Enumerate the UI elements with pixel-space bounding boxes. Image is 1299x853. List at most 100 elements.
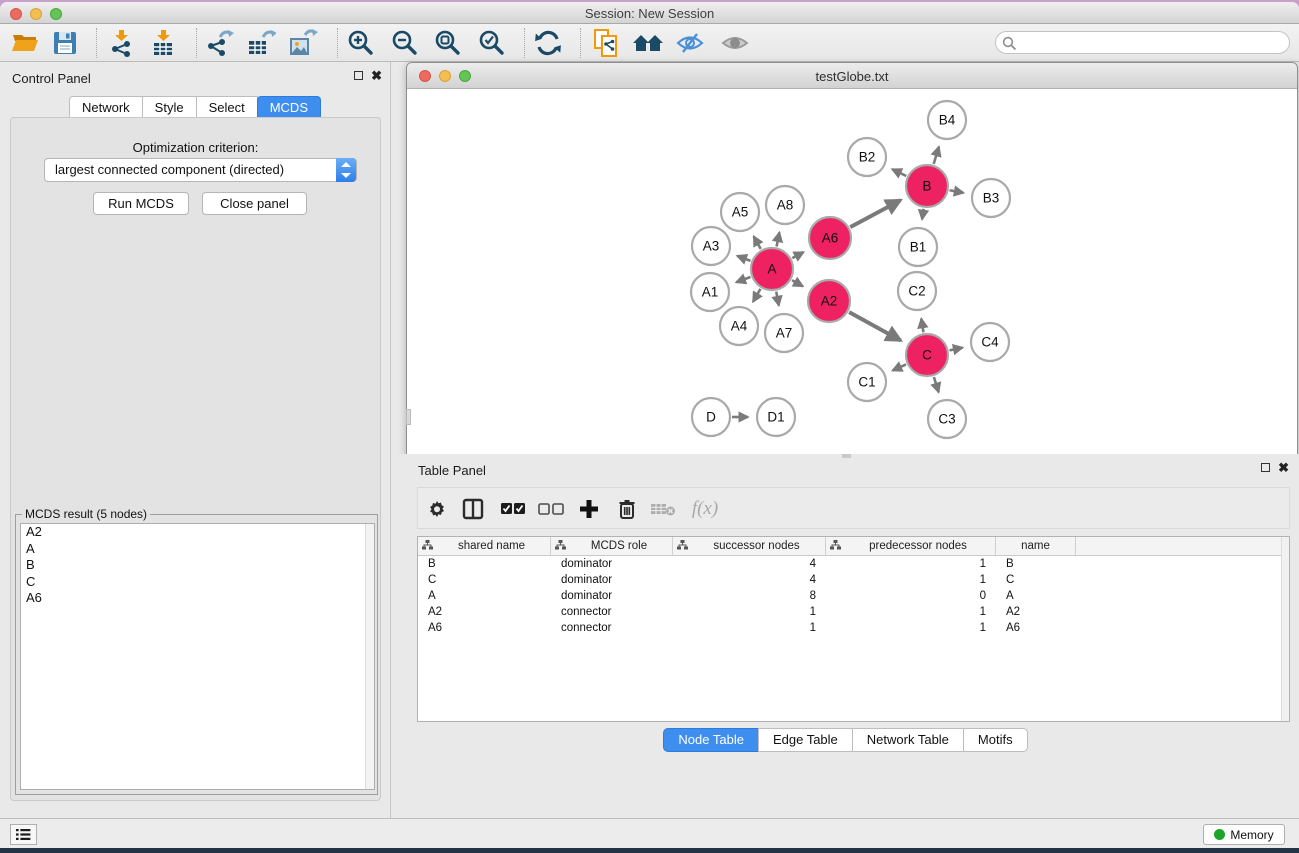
cell-shared-name[interactable]: A2	[418, 604, 551, 620]
cell-name[interactable]: A	[996, 588, 1076, 604]
cell-successor-nodes[interactable]: 4	[673, 572, 826, 588]
zoom-out-icon[interactable]	[388, 28, 422, 58]
select-all-columns-icon[interactable]	[498, 495, 528, 523]
edge-B-B3[interactable]	[950, 190, 964, 193]
cell-successor-nodes[interactable]: 1	[673, 620, 826, 636]
cell-MCDS-role[interactable]: connector	[551, 604, 673, 620]
zoom-fit-icon[interactable]	[431, 28, 465, 58]
result-item[interactable]: A	[21, 541, 374, 558]
cell-successor-nodes[interactable]: 1	[673, 604, 826, 620]
import-network-icon[interactable]	[104, 28, 138, 58]
open-session-icon[interactable]	[8, 28, 42, 58]
cell-MCDS-role[interactable]: connector	[551, 620, 673, 636]
cell-MCDS-role[interactable]: dominator	[551, 588, 673, 604]
edge-A6-B[interactable]	[850, 200, 900, 227]
edge-A-A3[interactable]	[737, 256, 750, 261]
table-tab-motifs[interactable]: Motifs	[963, 728, 1028, 752]
result-item[interactable]: C	[21, 574, 374, 591]
edge-A-A5[interactable]	[754, 236, 761, 249]
cell-MCDS-role[interactable]: dominator	[551, 556, 673, 572]
hide-panels-eye-icon[interactable]	[673, 28, 707, 58]
edge-A-A8[interactable]	[777, 232, 780, 246]
add-column-icon[interactable]	[574, 495, 604, 523]
table-row[interactable]: A6connector11A6	[418, 620, 1289, 636]
edge-B-B1[interactable]	[922, 209, 924, 220]
close-panel-button[interactable]: Close panel	[202, 192, 307, 215]
edge-C-C4[interactable]	[950, 348, 963, 351]
network-window-titlebar[interactable]: testGlobe.txt	[407, 63, 1297, 89]
edge-C-C3[interactable]	[934, 377, 939, 392]
table-row[interactable]: A2connector11A2	[418, 604, 1289, 620]
cell-name[interactable]: B	[996, 556, 1076, 572]
edge-C-C1[interactable]	[893, 364, 906, 370]
edge-C-C2[interactable]	[921, 319, 923, 333]
memory-button[interactable]: Memory	[1203, 824, 1285, 845]
cell-predecessor-nodes[interactable]: 1	[826, 604, 996, 620]
edge-A-A2[interactable]	[792, 280, 803, 286]
edge-A-A6[interactable]	[792, 252, 803, 258]
cell-name[interactable]: A6	[996, 620, 1076, 636]
cell-shared-name[interactable]: A6	[418, 620, 551, 636]
edge-A-A1[interactable]	[736, 277, 750, 282]
cell-predecessor-nodes[interactable]: 0	[826, 588, 996, 604]
import-table-icon[interactable]	[146, 28, 180, 58]
edge-A-A7[interactable]	[776, 292, 779, 306]
cell-MCDS-role[interactable]: dominator	[551, 572, 673, 588]
mcds-result-list[interactable]: A2ABCA6	[20, 523, 375, 790]
table-row[interactable]: Adominator80A	[418, 588, 1289, 604]
table-tab-node-table[interactable]: Node Table	[663, 728, 759, 752]
cell-successor-nodes[interactable]: 8	[673, 588, 826, 604]
cell-shared-name[interactable]: B	[418, 556, 551, 572]
function-builder-icon[interactable]: f(x)	[684, 495, 726, 523]
cell-shared-name[interactable]: C	[418, 572, 551, 588]
column-header-shared-name[interactable]: shared name	[418, 537, 551, 555]
session-details-icon[interactable]	[589, 28, 623, 58]
network-graph[interactable]: B4B2BB3A5A8A6B1A3AA1C2A2A4A7C4CC1C3DD1	[407, 89, 1297, 509]
search-input[interactable]	[995, 31, 1290, 54]
split-panel-icon[interactable]	[458, 495, 488, 523]
cell-predecessor-nodes[interactable]: 1	[826, 620, 996, 636]
cell-predecessor-nodes[interactable]: 1	[826, 572, 996, 588]
edge-B-B2[interactable]	[892, 169, 906, 176]
close-table-panel-icon[interactable]: ✖	[1278, 462, 1289, 473]
column-header-name[interactable]: name	[996, 537, 1076, 555]
float-panel-icon[interactable]	[354, 71, 363, 80]
cell-shared-name[interactable]: A	[418, 588, 551, 604]
float-table-panel-icon[interactable]	[1261, 463, 1270, 472]
table-tab-edge-table[interactable]: Edge Table	[758, 728, 853, 752]
run-mcds-button[interactable]: Run MCDS	[93, 192, 189, 215]
unselect-all-columns-icon[interactable]	[536, 495, 566, 523]
panel-divider-handle[interactable]	[842, 454, 851, 458]
delete-table-icon[interactable]	[648, 495, 678, 523]
zoom-in-icon[interactable]	[344, 28, 378, 58]
settings-gear-icon[interactable]	[422, 495, 452, 523]
home-view-icon[interactable]	[631, 28, 665, 58]
export-image-icon[interactable]	[286, 28, 320, 58]
table-scrollbar[interactable]	[1281, 537, 1289, 721]
task-history-button[interactable]	[10, 824, 37, 845]
result-item[interactable]: B	[21, 557, 374, 574]
table-row[interactable]: Bdominator41B	[418, 556, 1289, 572]
column-header-predecessor-nodes[interactable]: predecessor nodes	[826, 537, 996, 555]
close-panel-icon[interactable]: ✖	[371, 70, 382, 81]
cell-successor-nodes[interactable]: 4	[673, 556, 826, 572]
result-scrollbar[interactable]	[365, 524, 374, 789]
export-network-icon[interactable]	[202, 28, 236, 58]
canvas-left-grip[interactable]	[406, 409, 411, 425]
apply-preferred-layout-icon[interactable]	[531, 28, 565, 58]
network-canvas[interactable]: B4B2BB3A5A8A6B1A3AA1C2A2A4A7C4CC1C3DD1	[407, 89, 1297, 509]
edge-A-A4[interactable]	[753, 289, 760, 302]
export-table-icon[interactable]	[244, 28, 278, 58]
table-row[interactable]: Cdominator41C	[418, 572, 1289, 588]
save-session-icon[interactable]	[48, 28, 82, 58]
column-header-MCDS-role[interactable]: MCDS role	[551, 537, 673, 555]
result-item[interactable]: A6	[21, 590, 374, 607]
delete-column-trash-icon[interactable]	[612, 495, 642, 523]
cell-name[interactable]: C	[996, 572, 1076, 588]
edge-A2-C[interactable]	[849, 312, 901, 340]
cell-predecessor-nodes[interactable]: 1	[826, 556, 996, 572]
edge-B-B4[interactable]	[934, 147, 939, 164]
table-tab-network-table[interactable]: Network Table	[852, 728, 964, 752]
zoom-selected-icon[interactable]	[475, 28, 509, 58]
optimization-criterion-select[interactable]: largest connected component (directed)	[44, 158, 357, 182]
